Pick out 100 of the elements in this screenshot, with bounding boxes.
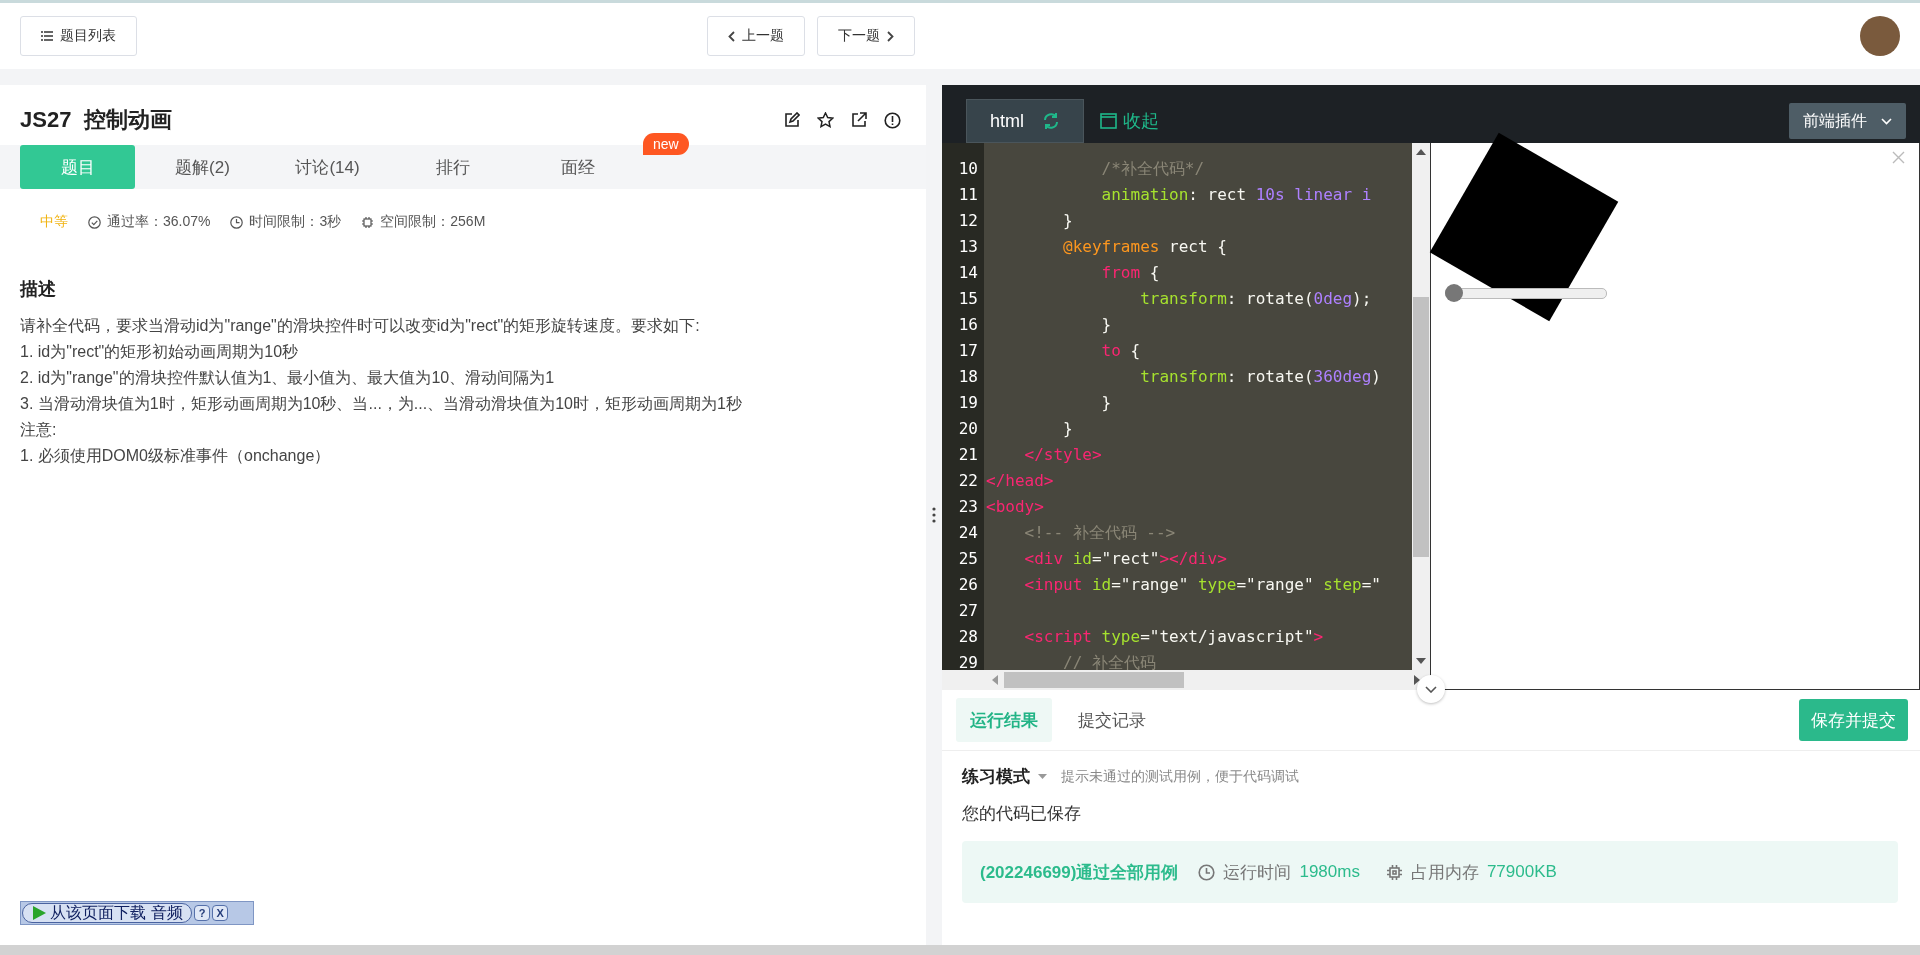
line-number: 21 — [957, 444, 979, 466]
description-line: 1. id为"rect"的矩形初始动画周期为10秒 — [20, 342, 300, 362]
help-button[interactable]: ? — [194, 905, 211, 921]
close-button[interactable]: X — [212, 905, 229, 921]
line-number: 20 — [957, 418, 979, 440]
problem-title: JS27 控制动画 — [20, 106, 172, 134]
clock-icon — [230, 215, 244, 229]
code-line: } — [1062, 419, 1073, 438]
description-heading: 描述 — [20, 278, 57, 301]
line-number: 27 — [957, 600, 979, 622]
code-line: transform: rotate(360deg) — [1139, 367, 1381, 386]
description-line: 1. 必须使用DOM0级标准事件（onchange） — [20, 446, 332, 466]
code-line: <div id="rect"></div> — [1023, 549, 1227, 568]
share-icon[interactable] — [851, 112, 867, 128]
problem-list-button[interactable]: 题目列表 — [20, 16, 137, 56]
refresh-icon — [1042, 112, 1060, 130]
line-number: 12 — [957, 210, 979, 232]
chevron-left-icon — [728, 30, 735, 42]
chevron-down-icon — [1425, 685, 1437, 693]
play-icon — [31, 905, 47, 921]
code-line: <input id="range" type="range" step=" — [1023, 575, 1381, 594]
line-number: 11 — [957, 184, 979, 206]
problem-tab[interactable]: 题解(2) — [145, 145, 260, 189]
memory-limit: 空间限制：256M — [380, 213, 486, 231]
code-line: <script type="text/javascript"> — [1023, 627, 1324, 646]
line-number: 29 — [957, 652, 979, 670]
time-limit: 时间限制：3秒 — [249, 213, 342, 231]
code-line: /*补全代码*/ — [1100, 159, 1205, 178]
line-number: 19 — [957, 392, 979, 414]
scroll-down-arrow-icon[interactable] — [1416, 658, 1426, 664]
description-line: 请补全代码，要求当滑动id为"range"的滑块控件时可以改变id为"rect"的矩形旋转速度。要求如下: — [20, 316, 701, 336]
panel-icon — [1100, 113, 1117, 129]
problem-tab[interactable]: 面经 — [520, 145, 635, 189]
problem-tab[interactable]: 排行 — [395, 145, 510, 189]
previous-button[interactable]: 上一题 — [707, 16, 805, 56]
download-button[interactable]: 从该页面下载 音频 — [22, 903, 193, 923]
code-line: <body> — [986, 497, 1044, 516]
line-number: 28 — [957, 626, 979, 648]
chevron-down-icon — [1881, 117, 1892, 125]
mode-dropdown[interactable]: 练习模式 — [962, 765, 1047, 788]
description-line: 3. 当滑动滑块值为1时，矩形动画周期为10秒、当...，为...、当滑动滑块值为10时，矩形动画周期为1秒 — [20, 394, 743, 414]
memory-label: 占用内存 — [1410, 861, 1479, 884]
code-line: to { — [1100, 341, 1141, 360]
list-icon — [41, 31, 53, 41]
line-number: 25 — [957, 548, 979, 570]
code-line: @keyframes rect { — [1062, 237, 1227, 256]
code-line: } — [1100, 315, 1112, 334]
code-line: animation: rect 10s linear i — [1100, 185, 1372, 204]
line-number: 16 — [957, 314, 979, 336]
code-editor[interactable] — [942, 143, 1430, 690]
code-line: } — [1062, 211, 1073, 230]
horizontal-scrollbar[interactable] — [942, 670, 1430, 690]
next-button[interactable]: 下一题 — [817, 16, 915, 56]
expand-button[interactable] — [1417, 675, 1445, 703]
mode-hint: 提示未通过的测试用例，便于代码调试 — [1061, 767, 1299, 786]
pass-status: (202246699)通过全部用例 — [980, 861, 1179, 884]
vertical-scrollbar[interactable] — [1412, 143, 1430, 670]
result-tab[interactable]: 提交记录 — [1064, 698, 1160, 742]
code-line: // 补全代码 — [1062, 653, 1156, 670]
line-number: 15 — [957, 288, 979, 310]
caret-icon — [1038, 774, 1047, 779]
code-line: </style> — [1023, 445, 1102, 464]
star-icon[interactable] — [817, 112, 834, 128]
memory-value: 77900KB — [1486, 862, 1557, 882]
code-line: } — [1100, 393, 1112, 412]
code-line: </head> — [986, 471, 1054, 490]
slider-thumb[interactable] — [1445, 284, 1463, 302]
line-number: 26 — [957, 574, 979, 596]
chevron-right-icon — [887, 30, 894, 42]
drag-handle-icon[interactable] — [932, 507, 936, 523]
new-badge: new — [643, 133, 689, 155]
runtime-value: 1980ms — [1299, 862, 1360, 882]
edit-icon[interactable] — [784, 112, 800, 128]
avatar[interactable] — [1860, 16, 1900, 56]
line-number: 17 — [957, 340, 979, 362]
runtime-label: 运行时间 — [1223, 861, 1292, 884]
line-number: 14 — [957, 262, 979, 284]
description-line: 注意: — [20, 420, 58, 440]
collapse-button[interactable]: 收起 — [1094, 99, 1165, 143]
check-circle-icon — [88, 215, 101, 229]
line-number: 10 — [957, 158, 979, 180]
saved-message: 您的代码已保存 — [962, 803, 1082, 825]
code-line: from { — [1100, 263, 1160, 282]
language-tab[interactable]: html — [966, 99, 1084, 143]
description-line: 2. id为"range"的滑块控件默认值为1、最小值为、最大值为10、滑动间隔为1 — [20, 368, 556, 388]
info-icon[interactable] — [884, 111, 901, 129]
chip-icon — [1385, 863, 1403, 881]
line-number: 18 — [957, 366, 979, 388]
line-number: 23 — [957, 496, 979, 518]
code-line: <!-- 补全代码 --> — [1023, 523, 1176, 542]
line-number: 22 — [957, 470, 979, 492]
problem-tab[interactable]: 讨论(14) — [270, 145, 385, 189]
chip-icon — [361, 215, 375, 229]
line-number: 24 — [957, 522, 979, 544]
scroll-right-arrow-icon[interactable] — [1414, 675, 1420, 685]
plugin-dropdown[interactable]: 前端插件 — [1789, 103, 1906, 139]
line-number: 13 — [957, 236, 979, 258]
scroll-up-arrow-icon[interactable] — [1416, 149, 1426, 155]
pass-rate: 通过率：36.07% — [107, 213, 211, 231]
difficulty-label: 中等 — [40, 213, 68, 231]
